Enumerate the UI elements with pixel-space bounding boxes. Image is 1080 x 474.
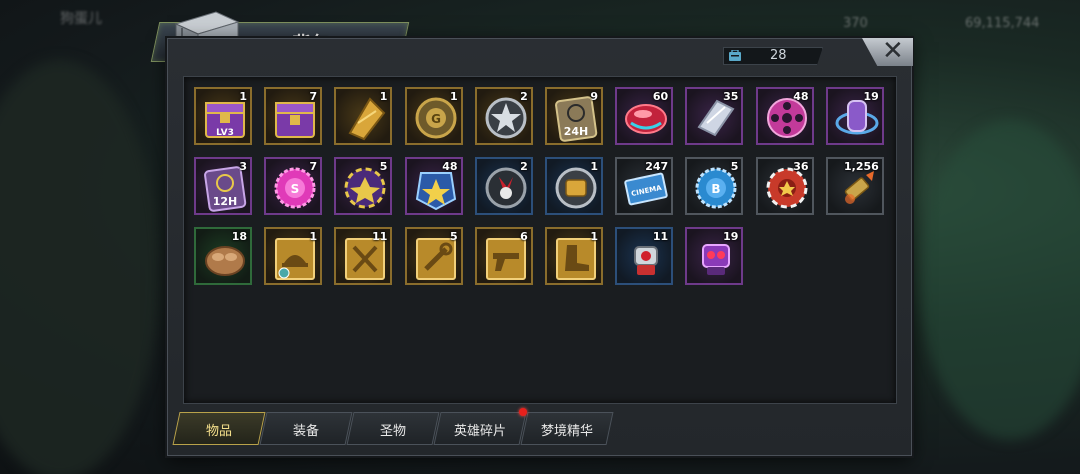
- svg-text:G: G: [431, 112, 441, 126]
- svg-text:24H: 24H: [564, 125, 589, 138]
- notification-dot: [519, 408, 527, 416]
- item-quantity: 7: [309, 160, 318, 173]
- inventory-slot[interactable]: CINEMA 247: [615, 157, 674, 215]
- inventory-slot[interactable]: 2: [474, 157, 533, 215]
- tab-equipment[interactable]: [259, 412, 353, 445]
- background-blur-left: [0, 60, 160, 474]
- inventory-slot[interactable]: 19: [825, 87, 884, 145]
- inventory-slot[interactable]: 11: [334, 227, 393, 285]
- item-quantity: 1: [309, 230, 318, 243]
- inventory-slot[interactable]: 36: [755, 157, 814, 215]
- inventory-slot[interactable]: 1: [545, 157, 603, 215]
- bag-icon: [729, 50, 741, 61]
- item-quantity: 48: [442, 160, 458, 173]
- background-blur-right: [920, 120, 1080, 440]
- item-quantity: 60: [652, 90, 669, 103]
- background-player-name: 狗蛋儿: [60, 11, 102, 27]
- item-quantity: 18: [231, 230, 247, 243]
- inventory-slot[interactable]: LV3 1: [194, 87, 252, 145]
- inventory-slot[interactable]: B5: [685, 157, 744, 215]
- item-quantity: 11: [652, 230, 669, 243]
- item-quantity: 35: [723, 90, 739, 103]
- inventory-slot[interactable]: 19: [685, 227, 744, 285]
- inventory-slot[interactable]: 2: [474, 87, 533, 145]
- item-quantity: 5: [379, 160, 388, 173]
- background-stat-1: 370: [843, 16, 868, 31]
- svg-text:12H: 12H: [213, 195, 238, 208]
- item-quantity: 48: [793, 90, 809, 103]
- close-icon: ✕: [882, 36, 904, 66]
- inventory-slot[interactable]: 5: [404, 227, 463, 285]
- item-quantity: 36: [793, 160, 809, 173]
- background-player-info: 狗蛋儿: [60, 8, 160, 28]
- item-quantity: 7: [309, 90, 318, 103]
- inventory-slot[interactable]: 5: [334, 157, 393, 215]
- svg-text:B: B: [712, 182, 721, 196]
- inventory-slot[interactable]: 1: [545, 227, 603, 285]
- inventory-slot[interactable]: 60: [615, 87, 674, 145]
- item-quantity: 1: [239, 90, 247, 103]
- item-quantity: 1: [590, 160, 598, 173]
- tab-relics[interactable]: [346, 412, 440, 445]
- inventory-slot[interactable]: 12H 3: [194, 157, 252, 215]
- inventory-slot[interactable]: 7: [264, 87, 323, 145]
- tab-dream-essence[interactable]: [520, 412, 614, 445]
- inventory-slot[interactable]: 1: [334, 87, 393, 145]
- inventory-slot[interactable]: G1: [404, 87, 463, 145]
- item-quantity: 6: [520, 230, 528, 243]
- svg-text:LV3: LV3: [216, 128, 234, 138]
- item-quantity: 19: [863, 90, 879, 103]
- item-quantity: 2: [520, 90, 528, 103]
- inventory-slot[interactable]: 48: [404, 157, 463, 215]
- background-stat-2: 69,115,744: [965, 16, 1040, 31]
- svg-text:S: S: [291, 182, 300, 196]
- inventory-slot[interactable]: 11: [615, 227, 674, 285]
- item-quantity: 9: [590, 90, 598, 103]
- item-quantity: 2: [520, 160, 528, 173]
- item-quantity: 1: [590, 230, 598, 243]
- inventory-slot[interactable]: 18: [194, 227, 252, 285]
- inventory-slot[interactable]: 1,256: [825, 157, 884, 215]
- item-quantity: 247: [645, 160, 669, 173]
- inventory-slot[interactable]: 6: [474, 227, 533, 285]
- tab-items[interactable]: [172, 412, 266, 445]
- item-quantity: 19: [723, 230, 739, 243]
- item-quantity: 1: [379, 90, 388, 103]
- item-quantity: 5: [730, 160, 739, 173]
- inventory-slot[interactable]: 1: [264, 227, 323, 285]
- item-quantity: 5: [449, 230, 458, 243]
- item-quantity: 1,256: [844, 160, 879, 173]
- inventory-slot[interactable]: 48: [755, 87, 814, 145]
- tab-hero-shards[interactable]: [433, 412, 527, 445]
- item-quantity: 1: [449, 90, 458, 103]
- inventory-slot[interactable]: S7: [264, 157, 323, 215]
- capacity-count: 28: [770, 48, 787, 63]
- inventory-slot[interactable]: 35: [685, 87, 744, 145]
- item-quantity: 11: [372, 230, 388, 243]
- inventory-slot[interactable]: 24H 9: [545, 87, 603, 145]
- item-quantity: 3: [239, 160, 247, 173]
